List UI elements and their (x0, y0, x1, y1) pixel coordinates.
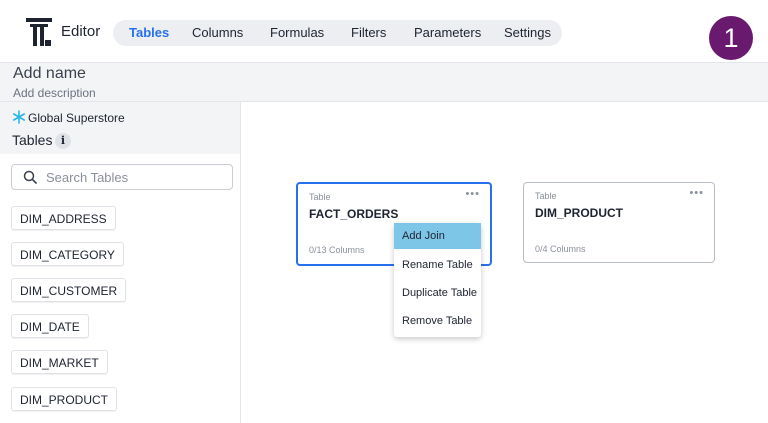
top-bar: Editor Tables Columns Formulas Filters P… (0, 0, 768, 62)
more-horizontal-icon[interactable]: ••• (689, 187, 704, 199)
tab-tables[interactable]: Tables (113, 20, 185, 46)
data-source-name: Global Superstore (28, 111, 125, 125)
info-icon[interactable]: i (55, 133, 71, 149)
table-list-item[interactable]: DIM_MARKET (11, 350, 108, 374)
menu-item-duplicate-table[interactable]: Duplicate Table (394, 280, 481, 306)
more-horizontal-icon[interactable]: ••• (465, 188, 480, 200)
menu-item-remove-table[interactable]: Remove Table (394, 308, 481, 334)
editor-tabs: Tables Columns Formulas Filters Paramete… (113, 20, 562, 46)
table-list-item[interactable]: DIM_CATEGORY (11, 242, 124, 266)
tables-sidebar: Global Superstore Tables i DIM_ADDRESS D… (0, 102, 241, 423)
menu-item-add-join[interactable]: Add Join (394, 223, 481, 249)
card-column-count: 0/13 Columns (309, 245, 365, 255)
table-list-item[interactable]: DIM_PRODUCT (11, 387, 118, 411)
search-icon (23, 170, 37, 184)
card-type-label: Table (309, 192, 331, 202)
tab-formulas[interactable]: Formulas (254, 20, 340, 46)
card-table-name: FACT_ORDERS (309, 207, 399, 221)
tab-settings[interactable]: Settings (488, 20, 567, 46)
table-context-menu: Add Join Rename Table Duplicate Table Re… (394, 223, 481, 337)
table-card-dim-product[interactable]: Table ••• DIM_PRODUCT 0/4 Columns (523, 182, 715, 263)
tab-parameters[interactable]: Parameters (398, 20, 497, 46)
worksheet-name-field[interactable]: Add name (13, 65, 86, 83)
tables-heading: Tables (12, 132, 53, 148)
worksheet-description-field[interactable]: Add description (13, 86, 96, 100)
step-badge: 1 (709, 16, 753, 60)
snowflake-icon (12, 110, 26, 124)
card-type-label: Table (535, 191, 557, 201)
app-title: Editor (61, 23, 101, 40)
sidebar-header: Global Superstore Tables i (0, 102, 240, 154)
worksheet-name-row: Add name Add description (0, 62, 768, 102)
tab-columns[interactable]: Columns (176, 20, 259, 46)
table-list-item[interactable]: DIM_DATE (11, 314, 89, 338)
thoughtspot-logo-icon[interactable] (26, 18, 52, 46)
card-column-count: 0/4 Columns (535, 244, 586, 254)
tab-filters[interactable]: Filters (335, 20, 402, 46)
search-tables-box[interactable] (11, 164, 233, 190)
card-table-name: DIM_PRODUCT (535, 206, 624, 220)
table-list-item[interactable]: DIM_CUSTOMER (11, 278, 127, 302)
menu-item-rename-table[interactable]: Rename Table (394, 252, 481, 278)
search-tables-input[interactable] (46, 168, 226, 186)
table-list-item[interactable]: DIM_ADDRESS (11, 206, 116, 230)
